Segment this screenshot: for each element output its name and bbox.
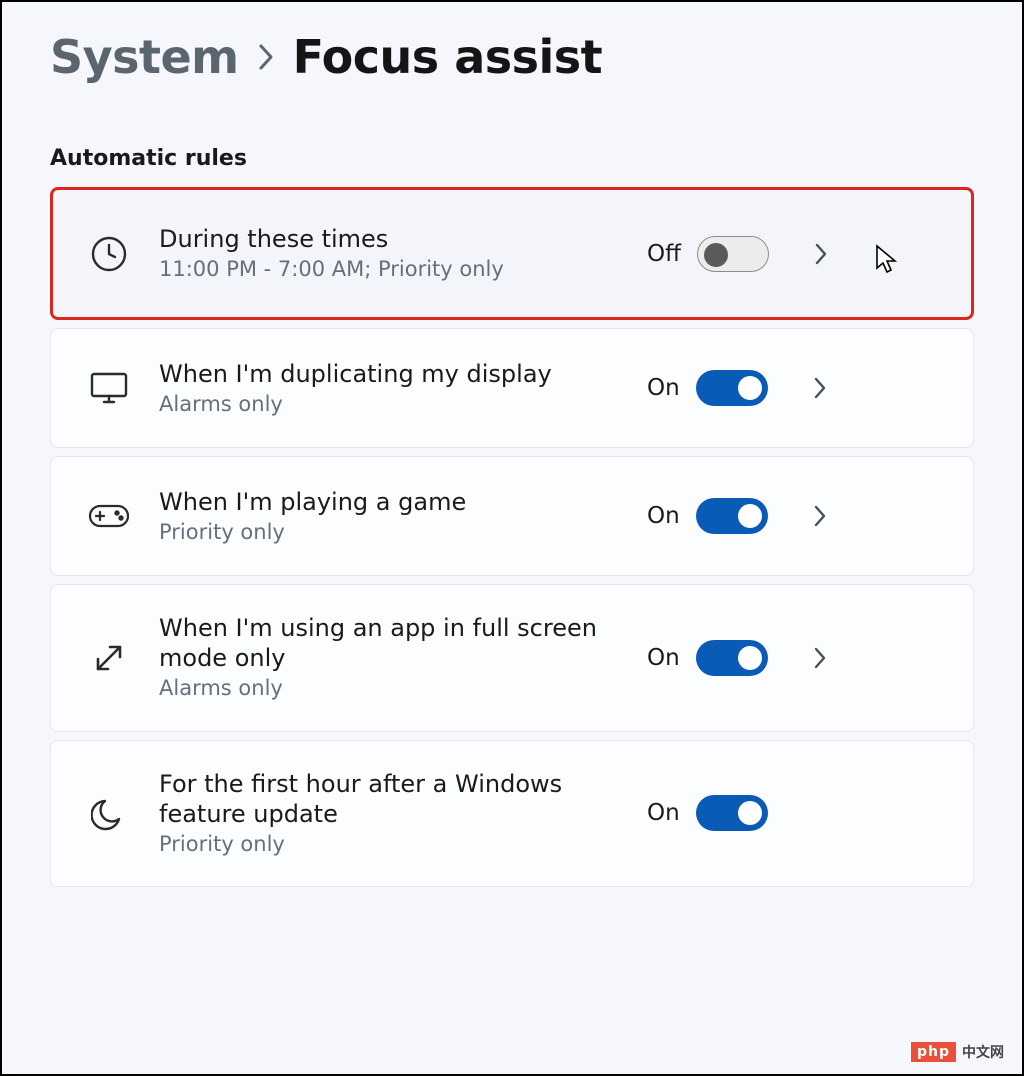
toggle-state-label: On (647, 503, 680, 529)
fullscreen-arrow-icon (87, 639, 131, 677)
mouse-cursor-icon (873, 244, 901, 276)
watermark-brand: php (911, 1042, 956, 1062)
rule-subtitle: Priority only (159, 519, 619, 546)
toggle-switch[interactable] (696, 498, 768, 534)
toggle-switch[interactable] (696, 795, 768, 831)
watermark-suffix: 中文网 (962, 1042, 1004, 1062)
rule-duplicating-display[interactable]: When I'm duplicating my display Alarms o… (50, 328, 974, 448)
chevron-right-icon[interactable] (802, 504, 838, 528)
section-heading-automatic-rules: Automatic rules (50, 146, 974, 171)
breadcrumb: System Focus assist (50, 30, 974, 84)
rule-subtitle: 11:00 PM - 7:00 AM; Priority only (159, 256, 619, 283)
rule-title: When I'm playing a game (159, 487, 619, 517)
toggle-state-label: On (647, 800, 680, 826)
toggle-state-label: On (647, 645, 680, 671)
breadcrumb-parent[interactable]: System (50, 30, 239, 84)
gamepad-icon (87, 501, 131, 531)
rule-title: During these times (159, 224, 619, 254)
rule-title: For the first hour after a Windows featu… (159, 769, 619, 829)
rule-subtitle: Alarms only (159, 391, 619, 418)
page-title: Focus assist (293, 30, 603, 84)
chevron-right-icon (257, 42, 275, 72)
rule-playing-game[interactable]: When I'm playing a game Priority only On (50, 456, 974, 576)
toggle-state-label: On (647, 375, 680, 401)
chevron-right-icon[interactable] (803, 242, 839, 266)
rule-fullscreen-app[interactable]: When I'm using an app in full screen mod… (50, 584, 974, 731)
clock-icon (87, 235, 131, 273)
moon-icon (87, 795, 131, 831)
rule-title: When I'm using an app in full screen mod… (159, 613, 619, 673)
automatic-rules-list: During these times 11:00 PM - 7:00 AM; P… (50, 187, 974, 887)
toggle-state-label: Off (647, 241, 681, 267)
toggle-switch[interactable] (696, 370, 768, 406)
rule-during-these-times[interactable]: During these times 11:00 PM - 7:00 AM; P… (50, 187, 974, 320)
watermark: php 中文网 (911, 1042, 1004, 1062)
toggle-switch[interactable] (696, 640, 768, 676)
rule-after-feature-update[interactable]: For the first hour after a Windows featu… (50, 740, 974, 887)
chevron-right-icon[interactable] (802, 646, 838, 670)
toggle-switch[interactable] (697, 236, 769, 272)
monitor-icon (87, 368, 131, 408)
rule-subtitle: Priority only (159, 831, 619, 858)
rule-subtitle: Alarms only (159, 675, 619, 702)
chevron-right-icon[interactable] (802, 376, 838, 400)
rule-title: When I'm duplicating my display (159, 359, 619, 389)
